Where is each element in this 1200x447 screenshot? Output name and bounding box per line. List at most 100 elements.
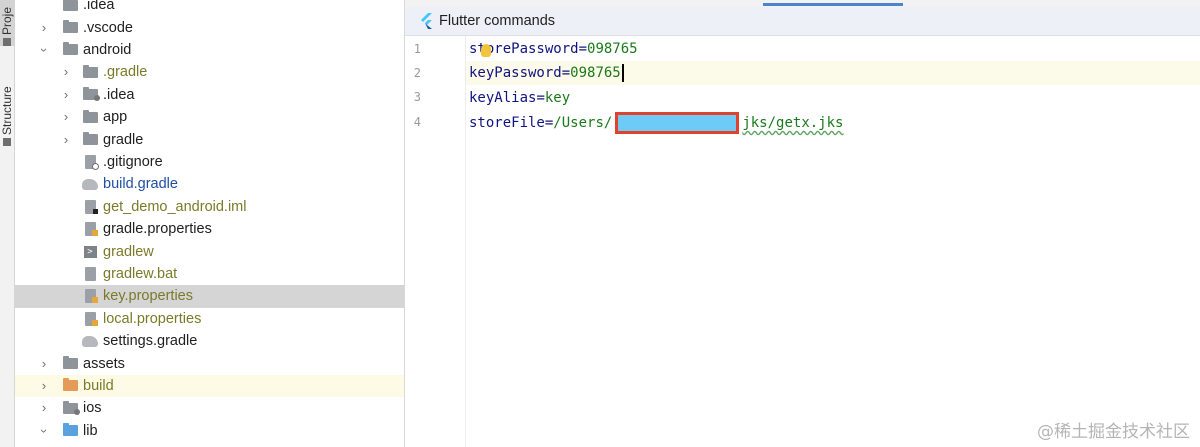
tool-window-strip: Proje Structure bbox=[0, 0, 15, 447]
tree-item-label: gradle.properties bbox=[103, 221, 212, 238]
folder-icon bbox=[82, 132, 98, 147]
property-value: 098765 bbox=[570, 65, 621, 81]
tree-row-ios[interactable]: › ios bbox=[15, 397, 404, 419]
gitignore-file-icon bbox=[82, 154, 99, 170]
line-number: 2 bbox=[413, 66, 421, 80]
tree-row-vscode[interactable]: › .vscode bbox=[15, 16, 404, 38]
tree-item-label: android bbox=[83, 41, 132, 58]
chevron-right-icon[interactable]: › bbox=[61, 110, 71, 124]
tree-item-label: .idea bbox=[83, 0, 115, 14]
tree-item-label: .gitignore bbox=[103, 153, 163, 170]
line-number: 3 bbox=[413, 90, 421, 104]
chevron-right-icon[interactable]: › bbox=[39, 401, 49, 415]
tree-row-lib[interactable]: › lib bbox=[15, 420, 404, 442]
equals-sign: = bbox=[536, 90, 545, 106]
tree-row-build-gradle[interactable]: build.gradle bbox=[15, 173, 404, 195]
folder-icon bbox=[82, 64, 98, 80]
tree-row-assets[interactable]: › assets bbox=[15, 352, 404, 374]
folder-settings-icon bbox=[62, 400, 80, 416]
folder-icon bbox=[82, 109, 98, 125]
structure-tool-tab-label: Structure bbox=[0, 86, 14, 135]
property-value-suffix: jks/getx.jks bbox=[742, 115, 844, 131]
properties-file-icon bbox=[82, 311, 98, 326]
tree-row-idea[interactable]: › .idea bbox=[15, 84, 404, 106]
tree-item-label: gradlew bbox=[103, 243, 154, 260]
shell-script-icon: > bbox=[82, 244, 98, 259]
tree-row-gradle-properties[interactable]: gradle.properties bbox=[15, 218, 404, 240]
folder-icon bbox=[62, 20, 78, 35]
tree-item-label: app bbox=[103, 109, 128, 126]
tree-row-app[interactable]: › app bbox=[15, 106, 404, 128]
tree-row-settings-gradle[interactable]: settings.gradle bbox=[15, 330, 404, 352]
tree-row-local-properties[interactable]: local.properties bbox=[15, 308, 404, 330]
property-value: 098765 bbox=[587, 41, 638, 57]
tree-row-build[interactable]: › build bbox=[15, 374, 404, 398]
equals-sign: = bbox=[578, 41, 588, 57]
code-line-1[interactable]: storePassword=098765 bbox=[469, 37, 638, 61]
tree-row-key-properties[interactable]: key.properties bbox=[15, 285, 404, 308]
tree-item-label: .idea bbox=[103, 86, 135, 103]
tree-item-label: .vscode bbox=[83, 19, 133, 36]
property-key: keyAlias bbox=[469, 90, 537, 106]
property-value-prefix: /Users/ bbox=[553, 115, 613, 131]
chevron-down-icon[interactable]: › bbox=[37, 426, 52, 436]
editor-tab-strip bbox=[405, 0, 1200, 7]
folder-settings-icon bbox=[62, 0, 78, 13]
chevron-right-icon[interactable]: › bbox=[39, 20, 49, 35]
property-value: key bbox=[544, 90, 571, 106]
tree-item-label: gradle bbox=[103, 131, 144, 148]
tree-row-iml[interactable]: get_demo_android.iml bbox=[15, 196, 404, 218]
iml-file-icon bbox=[82, 199, 98, 214]
line-number: 1 bbox=[413, 42, 421, 56]
chevron-right-icon[interactable]: › bbox=[61, 87, 71, 102]
tree-item-label: .gradle bbox=[103, 64, 148, 81]
chevron-right-icon[interactable]: › bbox=[39, 378, 49, 393]
tree-item-label: lib bbox=[83, 422, 98, 439]
project-icon bbox=[3, 38, 11, 46]
chevron-right-icon[interactable]: › bbox=[61, 65, 71, 79]
line-number: 4 bbox=[413, 115, 421, 129]
folder-excluded-icon bbox=[62, 378, 78, 393]
gradle-elephant-icon bbox=[82, 334, 98, 349]
tree-item-label: build bbox=[83, 377, 114, 394]
tree-item-label: ios bbox=[83, 400, 102, 417]
flutter-commands-banner[interactable]: Flutter commands bbox=[405, 7, 1200, 36]
tree-item-label: key.properties bbox=[103, 288, 193, 305]
code-line-2[interactable]: keyPassword=098765 bbox=[466, 61, 1200, 85]
tree-item-label: local.properties bbox=[103, 310, 202, 327]
tree-row-dot-gradle[interactable]: › .gradle bbox=[15, 61, 404, 83]
redaction-box bbox=[615, 112, 740, 134]
tree-item-label: gradlew.bat bbox=[103, 265, 178, 282]
project-tree[interactable]: .idea › .vscode › android › .gradle › .i… bbox=[15, 0, 405, 447]
line-number-gutter: 1 2 3 4 bbox=[405, 36, 466, 447]
tree-row-gradlew-bat[interactable]: gradlew.bat bbox=[15, 263, 404, 285]
property-key: keyPassword bbox=[469, 65, 562, 81]
properties-file-icon bbox=[82, 289, 98, 304]
tree-item-label: assets bbox=[83, 355, 125, 372]
tree-row-gradlew[interactable]: > gradlew bbox=[15, 240, 404, 262]
tree-item-label: build.gradle bbox=[103, 176, 178, 193]
chevron-down-icon[interactable]: › bbox=[37, 45, 52, 55]
property-key: storeFile bbox=[469, 115, 545, 131]
structure-tool-tab[interactable]: Structure bbox=[0, 66, 15, 146]
code-line-3[interactable]: keyAlias=key bbox=[469, 86, 570, 110]
editor-pane[interactable]: Flutter commands 1 2 3 4 storePassword=0… bbox=[405, 0, 1200, 447]
folder-settings-icon bbox=[82, 87, 100, 102]
bat-file-icon bbox=[82, 266, 98, 281]
tree-row-android[interactable]: › android bbox=[15, 39, 404, 61]
tree-row-gradle[interactable]: › gradle bbox=[15, 128, 404, 150]
project-tool-tab-label: Proje bbox=[0, 6, 14, 35]
chevron-right-icon[interactable]: › bbox=[61, 132, 71, 147]
tree-item-label: settings.gradle bbox=[103, 333, 198, 350]
intention-bulb-icon[interactable] bbox=[481, 44, 491, 57]
watermark: @稀土掘金技术社区 bbox=[1037, 422, 1190, 442]
code-line-4[interactable]: storeFile=/Users/jks/getx.jks bbox=[469, 111, 843, 135]
tree-row-gitignore[interactable]: .gitignore bbox=[15, 151, 404, 173]
tree-row-idea-root[interactable]: .idea bbox=[15, 0, 404, 16]
project-tool-tab[interactable]: Proje bbox=[0, 0, 15, 46]
folder-icon bbox=[62, 356, 78, 371]
chevron-right-icon[interactable]: › bbox=[39, 356, 49, 371]
active-tab-indicator bbox=[763, 3, 903, 6]
text-caret bbox=[621, 64, 624, 82]
folder-source-icon bbox=[62, 423, 78, 438]
